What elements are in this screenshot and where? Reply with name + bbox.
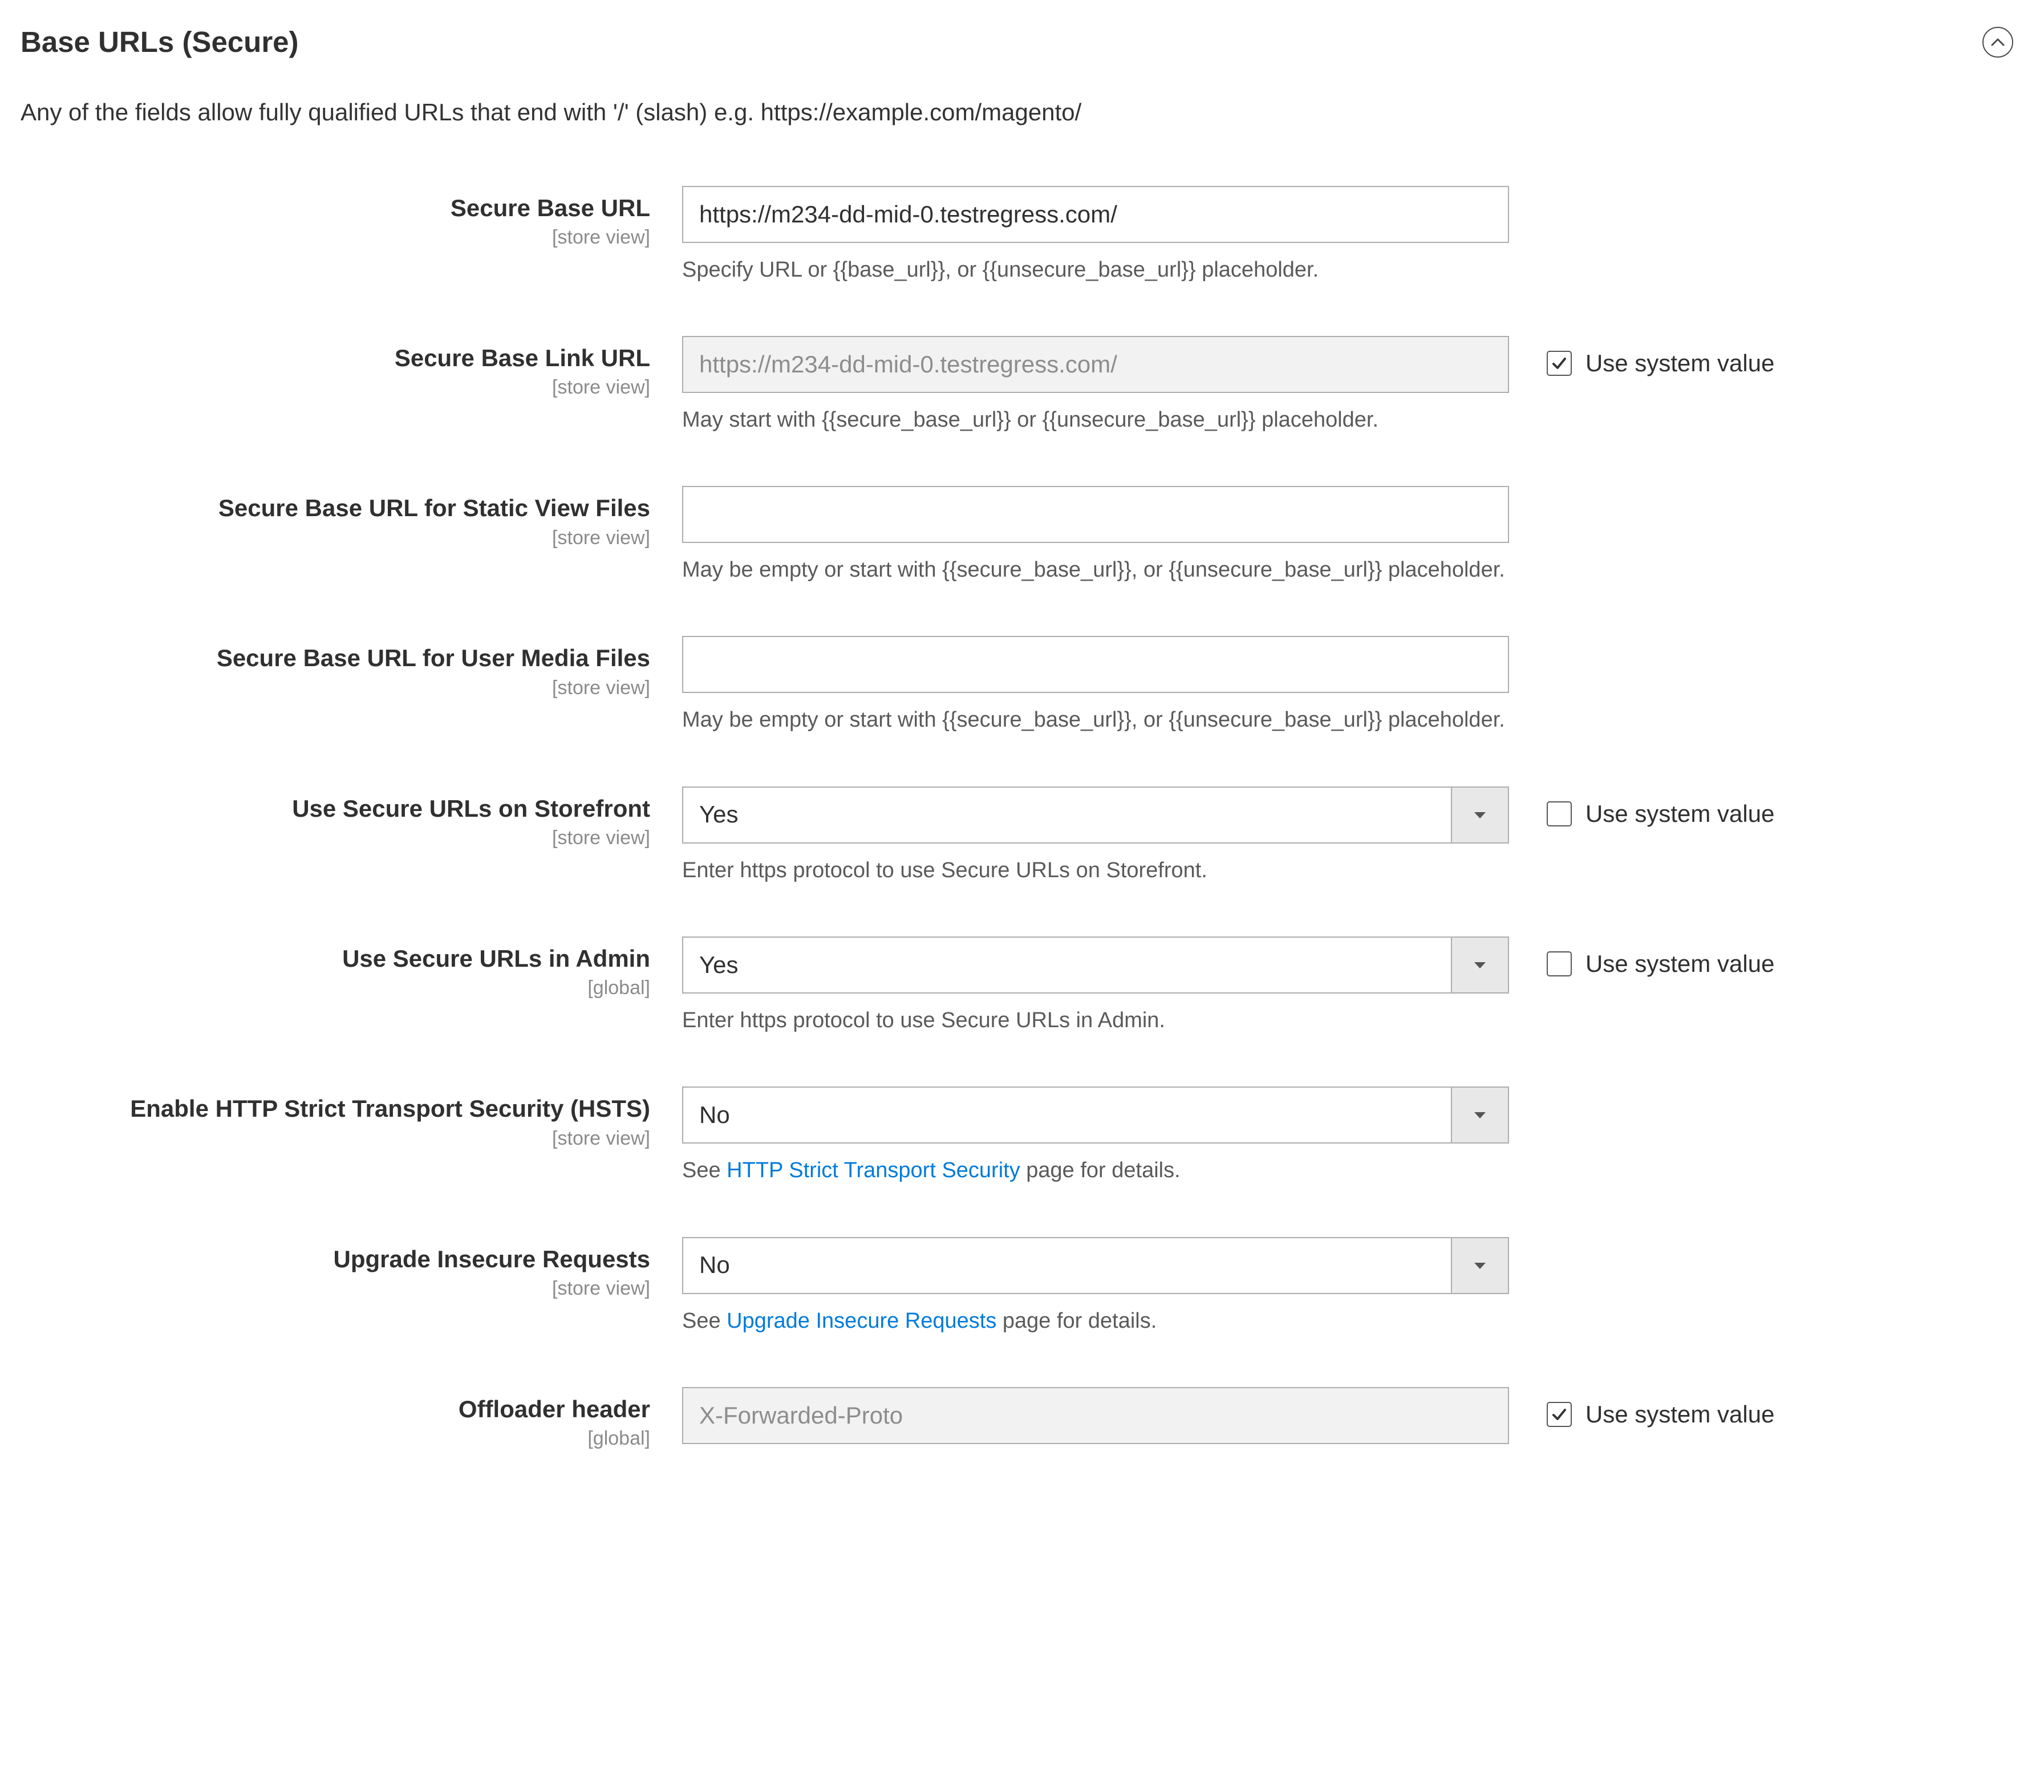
field-label: Secure Base URL for User Media Files	[21, 644, 650, 672]
select-arrow	[1451, 1088, 1508, 1142]
select-value: Yes	[683, 938, 1451, 992]
field-row-use-secure-storefront: Use Secure URLs on Storefront [store vie…	[21, 786, 2023, 885]
select-value: Yes	[683, 788, 1451, 842]
field-help: Enter https protocol to use Secure URLs …	[682, 856, 1509, 885]
section-title: Base URLs (Secure)	[21, 23, 299, 62]
section-hint: Any of the fields allow fully qualified …	[21, 96, 2023, 129]
help-text-before: See	[682, 1158, 727, 1182]
use-secure-admin-select[interactable]: Yes	[682, 936, 1509, 994]
checkmark-icon	[1551, 1406, 1568, 1423]
select-arrow	[1451, 788, 1508, 842]
select-value: No	[683, 1088, 1451, 1142]
secure-base-static-input[interactable]	[682, 486, 1509, 543]
collapse-section-button[interactable]	[1982, 27, 2013, 58]
section-header: Base URLs (Secure)	[21, 23, 2023, 62]
select-value: No	[683, 1238, 1451, 1293]
hsts-select[interactable]: No	[682, 1086, 1509, 1144]
chevron-up-icon	[1991, 38, 2005, 47]
field-help: May be empty or start with {{secure_base…	[682, 706, 1509, 735]
use-system-value-checkbox[interactable]	[1547, 801, 1572, 826]
secure-base-url-input[interactable]	[682, 186, 1509, 243]
select-arrow	[1451, 1238, 1508, 1293]
field-scope: [store view]	[21, 675, 650, 702]
field-row-hsts: Enable HTTP Strict Transport Security (H…	[21, 1086, 2023, 1185]
upgrade-insecure-help-link[interactable]: Upgrade Insecure Requests	[727, 1309, 996, 1333]
field-scope: [store view]	[21, 1126, 650, 1152]
caret-down-icon	[1473, 810, 1487, 820]
field-scope: [store view]	[21, 525, 650, 552]
help-text-after: page for details.	[1020, 1158, 1181, 1182]
secure-base-media-input[interactable]	[682, 636, 1509, 693]
field-row-secure-base-media: Secure Base URL for User Media Files [st…	[21, 636, 2023, 735]
field-help: Specify URL or {{base_url}}, or {{unsecu…	[682, 256, 1509, 285]
field-scope: [store view]	[21, 225, 650, 251]
select-arrow	[1451, 938, 1508, 992]
use-system-value-checkbox[interactable]	[1547, 1402, 1572, 1427]
field-help: May be empty or start with {{secure_base…	[682, 556, 1509, 585]
field-help: See HTTP Strict Transport Security page …	[682, 1156, 1509, 1185]
field-row-secure-base-static: Secure Base URL for Static View Files [s…	[21, 486, 2023, 585]
help-text-after: page for details.	[996, 1309, 1157, 1333]
use-system-value-checkbox[interactable]	[1547, 951, 1572, 976]
field-label: Enable HTTP Strict Transport Security (H…	[21, 1094, 650, 1123]
upgrade-insecure-select[interactable]: No	[682, 1237, 1509, 1294]
field-scope: [store view]	[21, 1276, 650, 1302]
caret-down-icon	[1473, 1261, 1487, 1270]
offloader-header-input	[682, 1387, 1509, 1444]
field-label: Use Secure URLs in Admin	[21, 944, 650, 973]
use-system-value-label: Use system value	[1585, 347, 1774, 380]
field-label: Offloader header	[21, 1395, 650, 1424]
field-label: Secure Base URL for Static View Files	[21, 494, 650, 522]
field-label: Upgrade Insecure Requests	[21, 1245, 650, 1274]
field-scope: [global]	[21, 975, 650, 1002]
field-row-secure-base-url: Secure Base URL [store view] Specify URL…	[21, 186, 2023, 285]
field-row-offloader: Offloader header [global] Use system val…	[21, 1387, 2023, 1452]
field-scope: [store view]	[21, 825, 650, 852]
checkmark-icon	[1551, 355, 1568, 372]
use-system-value-label: Use system value	[1585, 1398, 1774, 1431]
field-help: May start with {{secure_base_url}} or {{…	[682, 406, 1509, 435]
use-system-value-checkbox[interactable]	[1547, 351, 1572, 376]
field-row-upgrade-insecure: Upgrade Insecure Requests [store view] N…	[21, 1237, 2023, 1336]
field-scope: [global]	[21, 1426, 650, 1452]
field-label: Secure Base Link URL	[21, 344, 650, 372]
caret-down-icon	[1473, 1110, 1487, 1120]
field-help: Enter https protocol to use Secure URLs …	[682, 1006, 1509, 1035]
field-scope: [store view]	[21, 375, 650, 401]
use-secure-storefront-select[interactable]: Yes	[682, 786, 1509, 844]
field-label: Secure Base URL	[21, 194, 650, 222]
use-system-value-label: Use system value	[1585, 798, 1774, 830]
hsts-help-link[interactable]: HTTP Strict Transport Security	[727, 1158, 1020, 1182]
field-row-use-secure-admin: Use Secure URLs in Admin [global] Yes En…	[21, 936, 2023, 1035]
caret-down-icon	[1473, 960, 1487, 970]
secure-base-link-url-input	[682, 336, 1509, 393]
field-row-secure-base-link-url: Secure Base Link URL [store view] May st…	[21, 336, 2023, 435]
field-label: Use Secure URLs on Storefront	[21, 794, 650, 823]
use-system-value-label: Use system value	[1585, 948, 1774, 980]
field-help: See Upgrade Insecure Requests page for d…	[682, 1307, 1509, 1336]
help-text-before: See	[682, 1309, 727, 1333]
